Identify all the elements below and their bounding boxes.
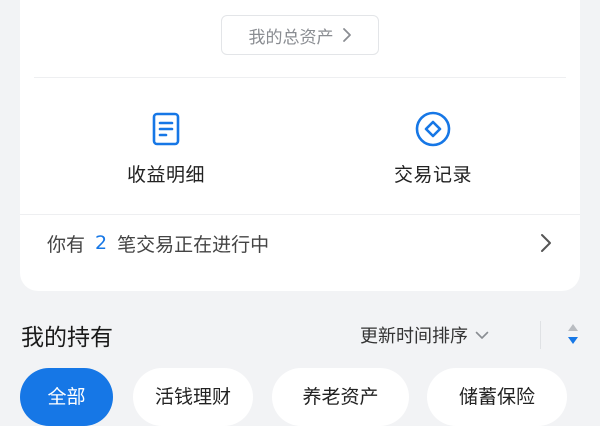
total-assets-label: 我的总资产 [248, 27, 334, 48]
diamond-circle-icon [415, 111, 451, 147]
trade-records-label: 交易记录 [393, 164, 472, 186]
notice-suffix: 笔交易正在进行中 [117, 233, 270, 256]
sort-order-icon[interactable] [565, 321, 581, 347]
income-details-button[interactable]: 收益明细 [66, 110, 266, 187]
filter-chip-all[interactable]: 全部 [20, 368, 113, 426]
chevron-right-icon [541, 234, 551, 252]
filter-chips: 全部 活钱理财 养老资产 储蓄保险 [20, 368, 567, 426]
sort-label: 更新时间排序 [360, 326, 468, 347]
divider [34, 77, 566, 78]
sort-dropdown[interactable]: 更新时间排序 [360, 322, 489, 348]
chevron-right-icon [342, 28, 351, 42]
document-list-icon [152, 112, 180, 146]
trade-records-button[interactable]: 交易记录 [333, 110, 533, 187]
pending-trades-notice[interactable]: 你有 2 笔交易正在进行中 [20, 215, 580, 271]
income-details-label: 收益明细 [126, 164, 205, 186]
filter-chip-liquid-wealth[interactable]: 活钱理财 [133, 368, 253, 426]
filter-chip-pension[interactable]: 养老资产 [272, 368, 409, 426]
divider [540, 321, 541, 349]
pending-count: 2 [95, 232, 108, 254]
summary-card: 我的总资产 收益明细 交易记录 你有 2 笔交易正在进行中 [20, 0, 580, 291]
notice-prefix: 你有 [47, 233, 86, 256]
filter-chip-savings-insurance[interactable]: 储蓄保险 [427, 368, 567, 426]
holdings-title: 我的持有 [21, 325, 113, 351]
chevron-down-icon [475, 331, 489, 339]
total-assets-button[interactable]: 我的总资产 [221, 15, 379, 55]
